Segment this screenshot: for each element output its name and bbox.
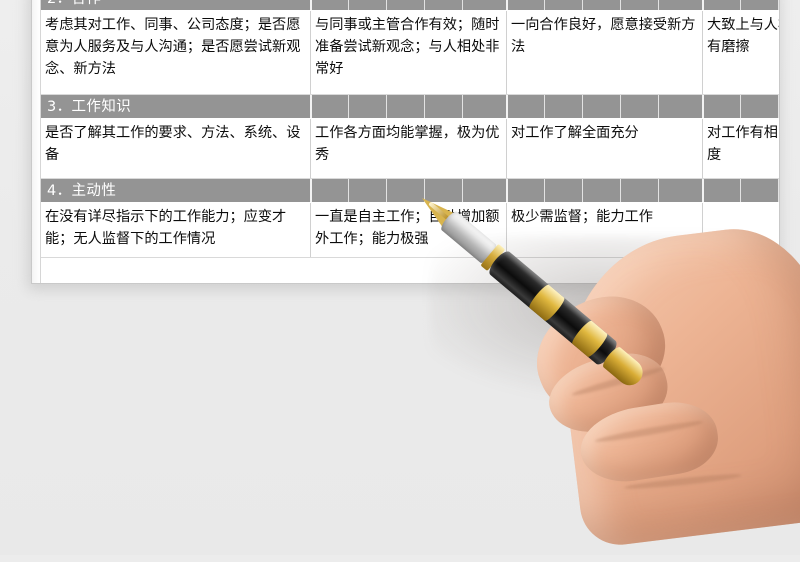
section-header-cell-separators	[41, 0, 779, 10]
rating-level-2-cell[interactable]: 对工作了解全面充分	[506, 119, 702, 178]
rating-level-1-cell[interactable]: 一直是自主工作；自动增加额外工作；能力极强	[310, 203, 506, 257]
sheet-left-gutter	[32, 0, 41, 283]
section-header-row[interactable]: 4．主动性	[41, 179, 779, 203]
criteria-description-cell[interactable]: 在没有详尽指示下的工作能力；应变才能；无人监督下的工作情况	[41, 203, 310, 257]
table-row: 在没有详尽指示下的工作能力；应变才能；无人监督下的工作情况 一直是自主工作；自动…	[41, 203, 779, 258]
rating-level-2-cell[interactable]: 极少需监督；能力工作	[506, 203, 702, 257]
rating-level-1-cell[interactable]: 工作各方面均能掌握，极为优秀	[310, 119, 506, 178]
section-header-row[interactable]: 3．工作知识	[41, 95, 779, 119]
rating-level-1-cell[interactable]: 与同事或主管合作有效；随时准备尝试新观念；与人相处非常好	[310, 11, 506, 94]
table-row: 考虑其对工作、同事、公司态度；是否愿意为人服务及与人沟通；是否愿尝试新观念、新方…	[41, 11, 779, 95]
criteria-description-cell[interactable]: 考虑其对工作、同事、公司态度；是否愿意为人服务及与人沟通；是否愿尝试新观念、新方…	[41, 11, 310, 94]
rating-level-3-cell[interactable]: 大致上与人相处有磨擦	[702, 11, 779, 94]
section-header-cell-separators	[41, 179, 779, 202]
rating-level-3-cell[interactable]	[702, 203, 779, 257]
section-title: 4．主动性	[47, 183, 117, 199]
spreadsheet-grid: 2．合作 考虑其对工作、同事、公司态度；是否愿意为人服务及与人沟通；是否愿尝试新…	[41, 0, 779, 283]
rating-level-3-cell[interactable]: 对工作有相当程度	[702, 119, 779, 178]
spreadsheet-sheet: 2．合作 考虑其对工作、同事、公司态度；是否愿意为人服务及与人沟通；是否愿尝试新…	[31, 0, 780, 284]
criteria-description-cell[interactable]: 是否了解其工作的要求、方法、系统、设备	[41, 119, 310, 178]
rating-level-2-cell[interactable]: 一向合作良好，愿意接受新方法	[506, 11, 702, 94]
table-row: 是否了解其工作的要求、方法、系统、设备 工作各方面均能掌握，极为优秀 对工作了解…	[41, 119, 779, 179]
section-title: 3．工作知识	[47, 99, 132, 115]
section-header-cell-separators	[41, 95, 779, 118]
section-header-row[interactable]: 2．合作	[41, 0, 779, 11]
section-title: 2．合作	[47, 0, 101, 11]
